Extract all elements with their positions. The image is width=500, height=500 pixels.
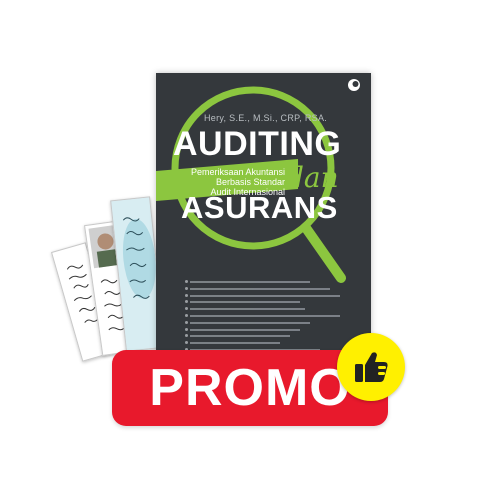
list-item <box>185 300 300 304</box>
list-item <box>185 293 340 297</box>
list-item <box>185 280 310 283</box>
list-item <box>185 313 340 317</box>
thumbs-up-icon <box>355 352 388 382</box>
book-subtitle-line2: Berbasis Standar <box>215 177 285 187</box>
list-item <box>185 334 290 338</box>
book-subtitle-line1: Pemeriksaan Akuntansi <box>190 167 285 177</box>
thumbs-up-badge <box>337 333 405 401</box>
publisher-logo-icon <box>348 79 360 91</box>
book-author: Hery, S.E., M.Si., CRP, RSA. <box>204 113 328 123</box>
book-title-line1: AUDITING <box>173 125 342 163</box>
book-title-line2: ASURANS <box>181 190 338 225</box>
list-item <box>185 320 310 324</box>
list-item <box>185 341 280 345</box>
list-item <box>185 307 305 311</box>
list-item <box>185 327 300 331</box>
list-item <box>185 286 330 290</box>
book-cover: Hery, S.E., M.Si., CRP, RSA. AUDITING Pe… <box>156 73 371 376</box>
